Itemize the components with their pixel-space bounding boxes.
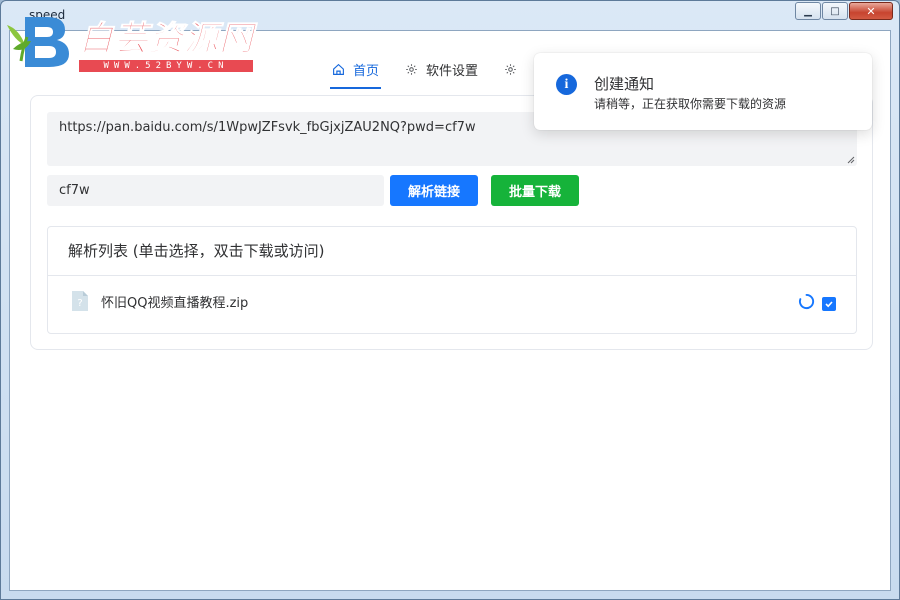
tab-home-label: 首页 [353, 63, 380, 79]
client-area: 首页 软件设置 https://pan.baidu.com/s/1WpwJZFs… [9, 30, 891, 591]
watermark-text: 白芸资源网 [79, 19, 254, 60]
app-window: speed ▁ □ ✕ 首页 软件设置 https://pan.baidu.co… [0, 0, 900, 600]
batch-download-button[interactable]: 批量下载 [491, 175, 579, 206]
loading-spinner-icon [798, 293, 815, 310]
unknown-file-icon: ? [72, 291, 88, 311]
file-name: 怀旧QQ视频直播教程.zip [101, 296, 249, 311]
logo-mark-icon [7, 17, 69, 67]
notification-title: 创建通知 [594, 75, 655, 93]
gear-icon [505, 63, 516, 75]
notification-toast: i 创建通知 请稍等，正在获取你需要下载的资源 [534, 53, 872, 130]
tab-extra[interactable] [502, 49, 527, 89]
watermark-url: WWW.52BYW.CN [79, 60, 253, 72]
window-controls: ▁ □ ✕ [795, 2, 893, 20]
svg-text:?: ? [77, 298, 82, 309]
tab-home[interactable]: 首页 [330, 49, 382, 89]
notification-message: 请稍等，正在获取你需要下载的资源 [594, 97, 787, 111]
parse-link-button[interactable]: 解析链接 [390, 175, 478, 206]
checkmark-icon [825, 301, 833, 308]
resize-grip-icon[interactable] [847, 156, 855, 164]
item-checkbox[interactable] [822, 297, 836, 311]
password-value: cf7w [59, 183, 90, 198]
maximize-button[interactable]: □ [822, 2, 848, 20]
tab-settings[interactable]: 软件设置 [403, 49, 480, 89]
top-nav: 首页 软件设置 [330, 49, 527, 89]
list-item[interactable]: ? 怀旧QQ视频直播教程.zip [48, 276, 856, 332]
tab-settings-label: 软件设置 [426, 63, 479, 79]
parse-list-header: 解析列表 (单击选择，双击下载或访问) [48, 227, 856, 276]
main-card: https://pan.baidu.com/s/1WpwJZFsvk_fbGjx… [30, 95, 873, 350]
watermark-logo: 白芸资源网 WWW.52BYW.CN [3, 7, 259, 72]
close-button[interactable]: ✕ [849, 2, 893, 20]
gear-icon [406, 63, 417, 75]
info-icon: i [556, 74, 577, 95]
minimize-button[interactable]: ▁ [795, 2, 821, 20]
home-icon [333, 63, 344, 75]
password-input[interactable]: cf7w [47, 175, 384, 206]
parse-list-panel: 解析列表 (单击选择，双击下载或访问) ? 怀旧QQ视频直播教程.zip [47, 226, 857, 334]
share-url-value: https://pan.baidu.com/s/1WpwJZFsvk_fbGjx… [59, 120, 476, 135]
